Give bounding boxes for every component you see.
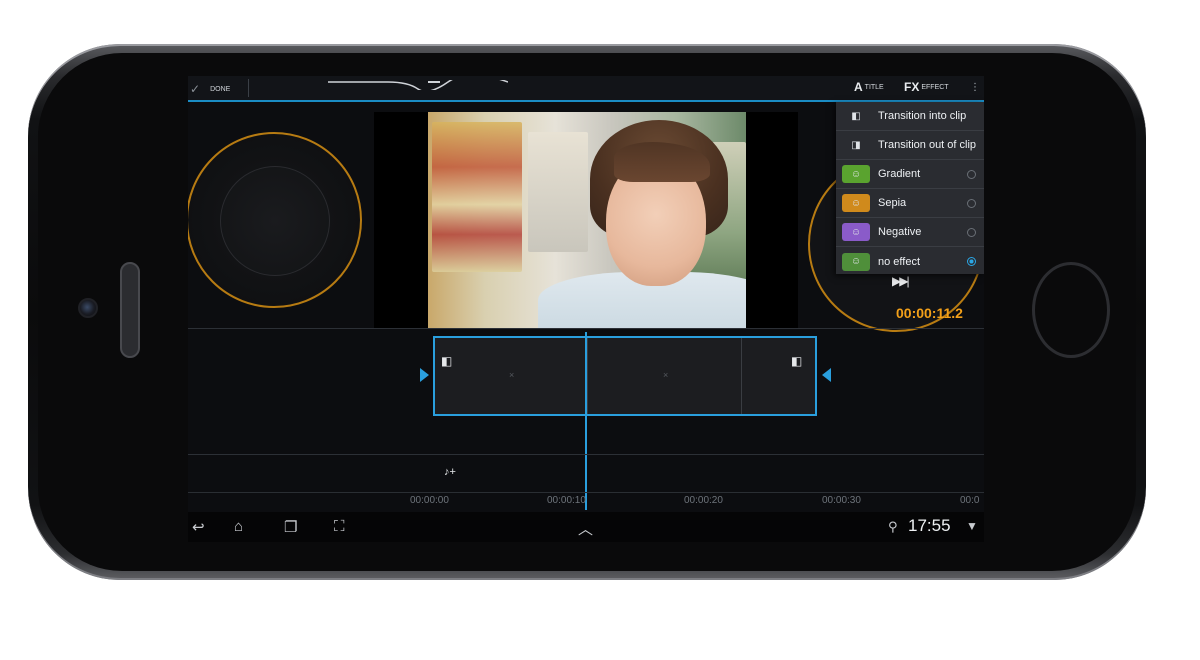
waveform-decoration <box>328 80 508 90</box>
sepia-thumb-icon: ☺ <box>842 194 870 212</box>
negative-thumb-icon: ☺ <box>842 223 870 241</box>
ruler-label: 00:00:10 <box>547 495 586 506</box>
negative-radio[interactable] <box>967 228 976 237</box>
shelf-left <box>432 122 522 272</box>
back-icon[interactable]: ↩ <box>192 518 205 536</box>
speaker-grille <box>120 262 140 358</box>
done-check-icon: ✓ <box>190 82 201 96</box>
clip-track[interactable]: × × ◧ ◧ <box>433 336 817 416</box>
audio-track-divider <box>188 454 984 455</box>
home-button[interactable] <box>1032 262 1110 358</box>
menu-item-sepia[interactable]: ☺ Sepia <box>836 189 984 218</box>
clip-placeholder-icon: × <box>509 370 515 380</box>
transition-in-clip-icon[interactable]: ◧ <box>441 354 452 368</box>
transition-in-icon: ◧ <box>851 110 861 122</box>
front-camera <box>78 298 98 318</box>
ruler-label: 00:0 <box>960 495 980 506</box>
menu-item-no-effect[interactable]: ☺ no effect <box>836 247 984 276</box>
clip-trim-right-handle[interactable] <box>822 368 831 382</box>
fast-forward-icon[interactable]: ▶▶| <box>892 274 910 288</box>
ruler-label: 00:00:20 <box>684 495 723 506</box>
clip-effect-menu: ◧ Transition into clip ◨ Transition out … <box>836 102 984 274</box>
volume-dial[interactable] <box>188 132 362 308</box>
playhead[interactable] <box>585 332 587 510</box>
timeline-divider <box>188 328 984 329</box>
menu-item-negative[interactable]: ☺ Negative <box>836 218 984 247</box>
ruler-label: 00:00:00 <box>410 495 449 506</box>
clip-trim-left-handle[interactable] <box>420 368 429 382</box>
gradient-thumb-icon: ☺ <box>842 165 870 183</box>
clip-separator <box>741 338 742 414</box>
signal-icon: ▼ <box>966 519 978 533</box>
gradient-radio[interactable] <box>967 170 976 179</box>
title-label: TITLE <box>864 83 884 91</box>
menu-item-gradient[interactable]: ☺ Gradient <box>836 160 984 189</box>
clock: 17:55 <box>908 516 951 535</box>
usb-icon: ⚲ <box>888 519 898 534</box>
clip-placeholder-icon: × <box>663 370 669 380</box>
effect-icon: FX <box>904 80 920 94</box>
chevron-up-icon[interactable]: ︿ <box>578 518 593 539</box>
action-bar-divider <box>248 79 249 97</box>
shelf-middle <box>528 132 588 252</box>
add-audio-icon[interactable]: ♪+ <box>444 466 456 478</box>
sepia-radio[interactable] <box>967 199 976 208</box>
title-button[interactable]: A TITLE <box>854 80 884 94</box>
dial-knob[interactable] <box>274 192 292 210</box>
recent-apps-icon[interactable]: ❐ <box>284 518 297 536</box>
effect-button[interactable]: FX EFFECT <box>904 80 949 94</box>
transition-out-icon: ◨ <box>851 139 861 151</box>
video-preview[interactable] <box>428 112 746 328</box>
screenshot-icon[interactable]: ⛶ <box>334 518 345 535</box>
transition-out-clip-icon[interactable]: ◧ <box>791 354 802 368</box>
clip-separator <box>587 338 588 414</box>
time-ruler <box>188 492 984 510</box>
menu-item-transition-in[interactable]: ◧ Transition into clip <box>836 102 984 131</box>
done-button[interactable]: ✓ DONE <box>190 79 230 99</box>
home-icon[interactable]: ⌂ <box>234 518 243 535</box>
menu-item-transition-out[interactable]: ◨ Transition out of clip <box>836 131 984 160</box>
ruler-label: 00:00:30 <box>822 495 861 506</box>
overflow-menu-icon[interactable]: ⋮ <box>970 82 980 93</box>
effect-label: EFFECT <box>921 83 949 91</box>
done-label: DONE <box>210 85 231 93</box>
title-icon: A <box>854 80 863 94</box>
stage: ✓ DONE A TITLE FX EFFECT ⋮ ▶▶| 00:00:11.… <box>0 0 1200 660</box>
app-screen: ✓ DONE A TITLE FX EFFECT ⋮ ▶▶| 00:00:11.… <box>188 76 984 542</box>
action-bar: ✓ DONE A TITLE FX EFFECT ⋮ <box>188 76 984 102</box>
no-effect-radio[interactable] <box>967 257 976 266</box>
timecode: 00:00:11.2 <box>896 305 963 321</box>
no-effect-thumb-icon: ☺ <box>842 252 870 271</box>
